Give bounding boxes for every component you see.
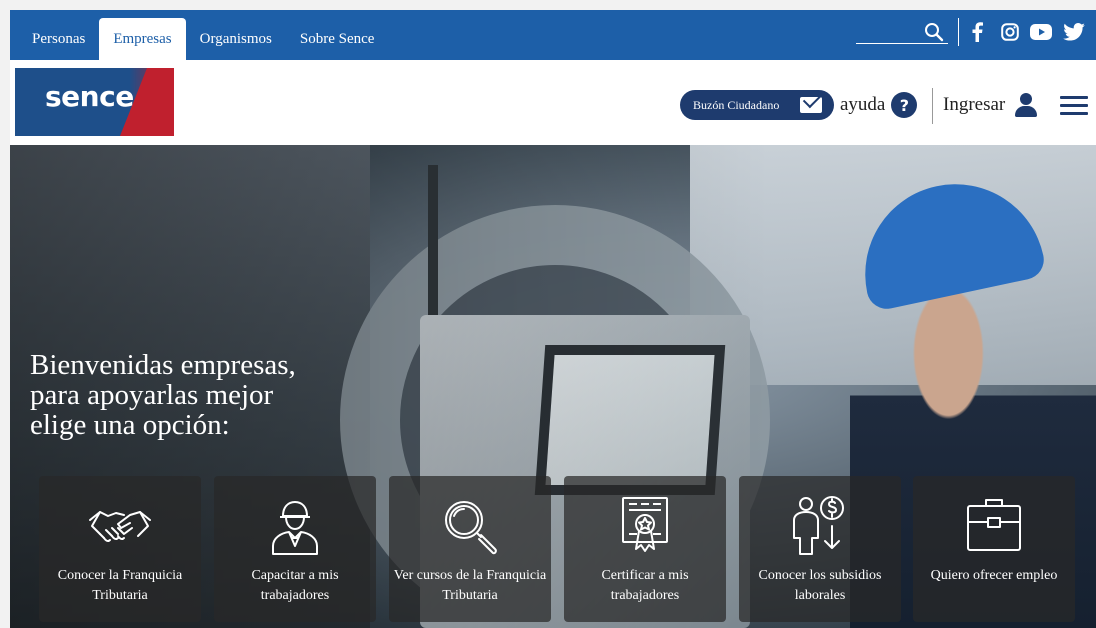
help-icon: ? [891, 92, 918, 118]
card-label: Quiero ofrecer empleo [930, 568, 1058, 583]
instagram-icon[interactable] [999, 21, 1021, 43]
welcome-line: para apoyarlas mejor [30, 379, 274, 411]
top-divider [958, 18, 959, 46]
certificate-icon [622, 497, 668, 552]
card-label: Certificar a mis trabajadores [601, 568, 689, 603]
hamburger-menu-icon[interactable] [1060, 96, 1088, 116]
welcome-line: Bienvenidas empresas, [30, 349, 296, 381]
sence-logo[interactable]: sence [15, 68, 174, 136]
tab-sobre-sence[interactable]: Sobre Sence [286, 18, 389, 60]
logo-text: sence [45, 80, 134, 113]
header-divider [932, 88, 933, 124]
welcome-line: elige una opción: [30, 409, 230, 441]
search-input[interactable] [856, 43, 948, 44]
card-ofrecer-empleo[interactable]: Quiero ofrecer empleo [913, 476, 1075, 622]
magnifier-icon [445, 501, 497, 555]
mail-icon [800, 97, 822, 113]
card-label: Capacitar a mis trabajadores [251, 568, 339, 603]
option-cards: Conocer la Franquicia Tributaria Capacit… [39, 476, 1079, 622]
card-franquicia-tributaria[interactable]: Conocer la Franquicia Tributaria [39, 476, 201, 622]
twitter-icon[interactable] [1063, 21, 1085, 43]
tab-personas[interactable]: Personas [18, 18, 99, 60]
tab-empresas[interactable]: Empresas [99, 18, 186, 60]
youtube-icon[interactable] [1030, 21, 1052, 43]
user-icon [1013, 92, 1039, 118]
ingresar-link[interactable]: Ingresar [943, 91, 1039, 119]
card-ver-cursos[interactable]: Ver cursos de la Franquicia Tributaria [389, 476, 551, 622]
hero-welcome-text: Bienvenidas empresas, para apoyarlas mej… [30, 350, 350, 440]
subsidy-icon [793, 496, 844, 555]
briefcase-icon [967, 499, 1021, 551]
card-subsidios-laborales[interactable]: Conocer los subsidios laborales [739, 476, 901, 622]
hero-banner: Bienvenidas empresas, para apoyarlas mej… [10, 145, 1096, 628]
card-label: Ver cursos de la Franquicia Tributaria [393, 568, 547, 603]
ayuda-label: ayuda [840, 94, 886, 115]
tab-organismos[interactable]: Organismos [186, 18, 286, 60]
card-certificar-trabajadores[interactable]: Certificar a mis trabajadores [564, 476, 726, 622]
facebook-icon[interactable] [966, 21, 988, 43]
top-nav: Personas Empresas Organismos Sobre Sence [18, 10, 388, 60]
top-bar: Personas Empresas Organismos Sobre Sence [10, 10, 1096, 60]
card-capacitar-trabajadores[interactable]: Capacitar a mis trabajadores [214, 476, 376, 622]
buzon-label: Buzón Ciudadano [693, 97, 780, 112]
card-label: Conocer los subsidios laborales [758, 568, 882, 603]
search-icon[interactable] [923, 21, 945, 43]
buzon-ciudadano-button[interactable]: Buzón Ciudadano [680, 90, 834, 120]
page: Personas Empresas Organismos Sobre Sence… [10, 10, 1096, 628]
site-header: sence Buzón Ciudadano ayuda ? Ingresar [10, 60, 1096, 145]
worker-icon [272, 501, 318, 555]
ayuda-link[interactable]: ayuda ? [840, 91, 918, 119]
ingresar-label: Ingresar [943, 94, 1006, 115]
card-label: Conocer la Franquicia Tributaria [57, 568, 183, 603]
handshake-icon [89, 511, 151, 543]
